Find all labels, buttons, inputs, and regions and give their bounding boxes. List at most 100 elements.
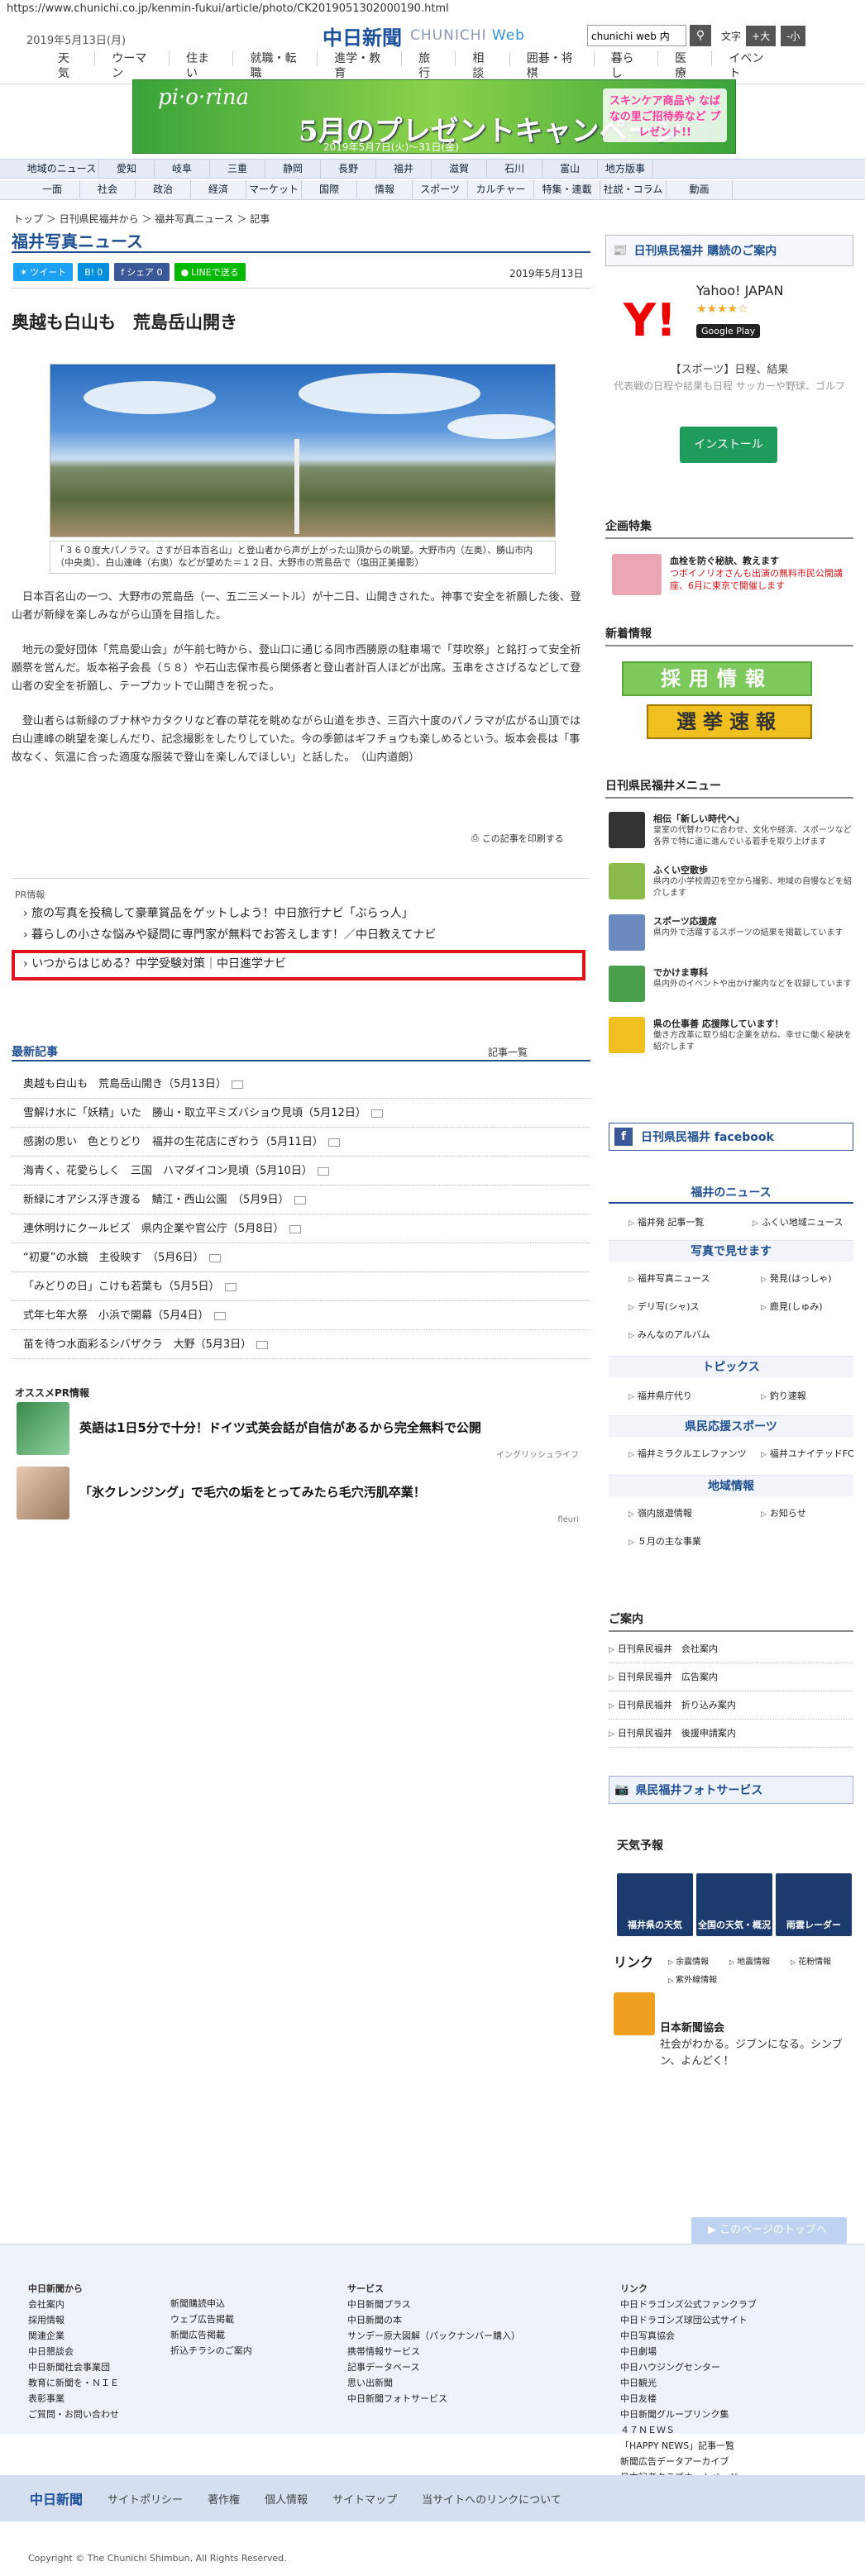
rain-radar[interactable]: 雨雲レーダー xyxy=(776,1873,852,1936)
search-input[interactable] xyxy=(587,25,686,46)
recent-article-item[interactable]: “初夏”の水鏡 主役映す （5月6日） xyxy=(12,1243,590,1272)
feature-item[interactable]: 血栓を防ぐ秘訣、教えます つボイノリオさんも出演の無料市民公開講座、6月に東京で開… xyxy=(612,554,852,603)
menu-item[interactable]: でかけま専科 県内外のイベントや出かけ案内などを収録しています xyxy=(609,966,853,1010)
category-nav-item[interactable]: 特集・連載 xyxy=(534,180,600,198)
category-nav-item[interactable]: スポーツ xyxy=(413,180,468,198)
region-nav-item[interactable]: 静岡 xyxy=(265,160,321,178)
footer-link[interactable]: 採用情報 xyxy=(28,2312,119,2328)
region-nav-item[interactable]: 三重 xyxy=(210,160,265,178)
category-nav-item[interactable]: 国際 xyxy=(302,180,357,198)
nav-item[interactable]: ウーマン xyxy=(94,51,169,80)
menu-item[interactable]: 相伝「新しい時代へ」 皇室の代替わりに合わせ、文化や経済、スポーツなど各界で特に道… xyxy=(609,812,853,856)
category-nav-item[interactable]: 動画 xyxy=(667,180,733,198)
region-nav-item[interactable]: 福井 xyxy=(376,160,432,178)
footer-link[interactable]: 表彰事業 xyxy=(28,2391,119,2407)
footer-link[interactable]: 中日新聞プラス xyxy=(347,2297,520,2312)
news-link[interactable]: 福井発 記事一覧 xyxy=(628,1215,705,1228)
hatena-button[interactable]: B! 0 xyxy=(78,263,110,281)
sports-link[interactable]: 福井ユナイテッドFC xyxy=(761,1447,854,1460)
print-link[interactable]: ⎙ この記事を印刷する xyxy=(471,832,564,845)
quake-aftershock-link[interactable]: 余震情報 xyxy=(668,1954,709,1967)
article-list-link[interactable]: 記事一覧 xyxy=(488,1045,528,1059)
back-to-top-button[interactable]: ▶ このページのトップへ xyxy=(691,2217,847,2244)
photo-link[interactable]: みんなのアルバム xyxy=(628,1328,710,1341)
yahoo-app-ad[interactable]: Y! Yahoo! JAPAN ★★★★☆ Google Play 【スポーツ】… xyxy=(605,278,853,484)
font-small-button[interactable]: -小 xyxy=(781,25,806,46)
breadcrumb[interactable]: トップ ＞ 日刊県民福井から ＞ 福井写真ニュース ＞ 記事 xyxy=(13,212,270,226)
recent-article-item[interactable]: 連休明けにクールビズ 県内企業や官公庁（5月8日） xyxy=(12,1214,590,1243)
weather-japan[interactable]: 全国の天気・概況 xyxy=(696,1873,772,1936)
footer-link[interactable]: 教育に新聞を・ＮＩＥ xyxy=(28,2375,119,2391)
category-nav-item[interactable]: 政治 xyxy=(136,180,191,198)
article-photo[interactable] xyxy=(50,364,556,537)
recent-article-item[interactable]: 海青く、花愛らしく 三国 ハマダイコン見頃（5月10日） xyxy=(12,1157,590,1185)
footer-bar-link[interactable]: サイトマップ xyxy=(332,2491,397,2507)
photo-link[interactable]: 発見(はっしゃ) xyxy=(761,1271,832,1285)
recent-article-item[interactable]: 苗を待つ水面彩るシバザクラ 大野（5月3日） xyxy=(12,1330,590,1359)
nav-item[interactable]: イベント xyxy=(711,51,786,80)
region-nav-item[interactable]: 岐阜 xyxy=(155,160,210,178)
footer-link[interactable]: 中日新聞フォトサービス xyxy=(347,2391,520,2407)
facebook-link[interactable]: f 日刊県民福井 facebook xyxy=(609,1123,853,1151)
footer-link[interactable]: 新聞広告データアーカイブ xyxy=(620,2454,757,2469)
footer-link[interactable]: ご質問・お問い合わせ xyxy=(28,2407,119,2422)
pollen-link[interactable]: 花粉情報 xyxy=(791,1954,831,1967)
recent-article-item[interactable]: 新緑にオアシス浮き渡る 鯖江・西山公園 （5月9日） xyxy=(12,1185,590,1214)
footer-link[interactable]: 携帯情報サービス xyxy=(347,2344,520,2359)
guide-link[interactable]: 日刊県民福井 会社案内 xyxy=(609,1635,853,1663)
recruit-banner[interactable]: 採用情報 xyxy=(622,661,812,696)
earthquake-link[interactable]: 地震情報 xyxy=(729,1954,770,1967)
footer-link[interactable]: 「HAPPY NEWS」記事一覧 xyxy=(620,2438,757,2454)
category-nav-item[interactable]: 社説・コラム xyxy=(600,180,667,198)
guide-link[interactable]: 日刊県民福井 広告案内 xyxy=(609,1663,853,1691)
nav-item[interactable]: 旅行 xyxy=(401,51,455,80)
footer-link[interactable]: 会社案内 xyxy=(28,2297,119,2312)
nav-item[interactable]: 囲碁・将棋 xyxy=(509,51,594,80)
recent-article-item[interactable]: 雪解け水に「妖精」いた 勝山・取立平ミズバショウ見頃（5月12日） xyxy=(12,1099,590,1128)
sports-link[interactable]: 福井ミラクルエレファンツ xyxy=(628,1447,747,1460)
region-nav-item[interactable]: 長野 xyxy=(321,160,376,178)
guide-link[interactable]: 日刊県民福井 後援申請案内 xyxy=(609,1720,853,1748)
recent-article-item[interactable]: 奥越も白山も 荒島岳山開き（5月13日） xyxy=(12,1070,590,1099)
photo-link[interactable]: 鹿見(しゅみ) xyxy=(761,1300,823,1313)
footer-link[interactable]: 記事データベース xyxy=(347,2359,520,2375)
recent-article-item[interactable]: 式年七年大祭 小浜で開幕（5月4日） xyxy=(12,1301,590,1330)
footer-link[interactable]: 中日ドラゴンズ球団公式サイト xyxy=(620,2312,757,2328)
footer-link[interactable]: 中日新聞の本 xyxy=(347,2312,520,2328)
pr-link[interactable]: › 旅の写真を投稿して豪華賞品をゲットしよう！中日旅行ナビ「ぶらっ人」 xyxy=(23,904,413,921)
region-link[interactable]: ５月の主な事業 xyxy=(628,1534,701,1548)
nav-item[interactable]: 暮らし xyxy=(593,51,657,80)
recent-article-item[interactable]: 感謝の思い 色とりどり 福井の生花店にぎわう（5月11日） xyxy=(12,1128,590,1157)
recommended-ad[interactable]: 英語は1日5分で十分！ドイツ式英会話が自信があるから完全無料で公開 イングリッシ… xyxy=(17,1402,587,1460)
category-nav-item[interactable]: 一面 xyxy=(25,180,80,198)
photo-service-banner[interactable]: 📷 県民福井フォトサービス xyxy=(609,1776,853,1804)
footer-bar-link[interactable]: 当サイトへのリンクについて xyxy=(422,2491,562,2507)
install-button[interactable]: インストール xyxy=(680,427,777,463)
footer-link[interactable]: 中日劇場 xyxy=(620,2344,757,2359)
footer-link[interactable]: ４７ＮＥＷＳ xyxy=(620,2422,757,2438)
footer-bar-link[interactable]: 個人情報 xyxy=(265,2491,308,2507)
region-nav-item[interactable]: 愛知 xyxy=(99,160,155,178)
nav-item[interactable]: 天気 xyxy=(41,51,94,80)
nav-item[interactable]: 就職・転職 xyxy=(232,51,317,80)
recommended-ad[interactable]: 「氷クレンジング」で毛穴の垢をとってみたら毛穴汚肌卒業！ fleuri xyxy=(17,1467,587,1524)
weather-fukui[interactable]: 福井県の天気 xyxy=(617,1873,693,1936)
topics-link[interactable]: 釣り速報 xyxy=(761,1389,806,1402)
footer-link[interactable]: 中日友楼 xyxy=(620,2391,757,2407)
footer-link[interactable]: 新聞広告掲載 xyxy=(170,2327,252,2343)
menu-item[interactable]: スポーツ応援席 県内外で活躍するスポーツの結果を掲載しています xyxy=(609,914,853,959)
photo-link[interactable]: 福井写真ニュース xyxy=(628,1271,710,1285)
footer-link[interactable]: 中日新聞社会事業団 xyxy=(28,2359,119,2375)
footer-bar-link[interactable]: 中日新聞 xyxy=(30,2488,83,2508)
region-nav-item[interactable]: 富山 xyxy=(542,160,598,178)
recent-article-item[interactable]: 「みどりの日」こけも若葉も（5月5日） xyxy=(12,1272,590,1301)
line-button[interactable]: ● LINEで送る xyxy=(174,263,246,281)
guide-link[interactable]: 日刊県民福井 折り込み案内 xyxy=(609,1691,853,1720)
footer-bar-link[interactable]: サイトポリシー xyxy=(108,2491,183,2507)
nav-item[interactable]: 住まい xyxy=(168,51,232,80)
footer-link[interactable]: 中日観光 xyxy=(620,2375,757,2391)
region-nav-item[interactable]: 滋賀 xyxy=(432,160,487,178)
region-nav-item[interactable]: 地域のニュース xyxy=(25,160,99,178)
news-link[interactable]: ふくい地域ニュース xyxy=(753,1215,843,1228)
footer-bar-link[interactable]: 著作権 xyxy=(208,2491,240,2507)
